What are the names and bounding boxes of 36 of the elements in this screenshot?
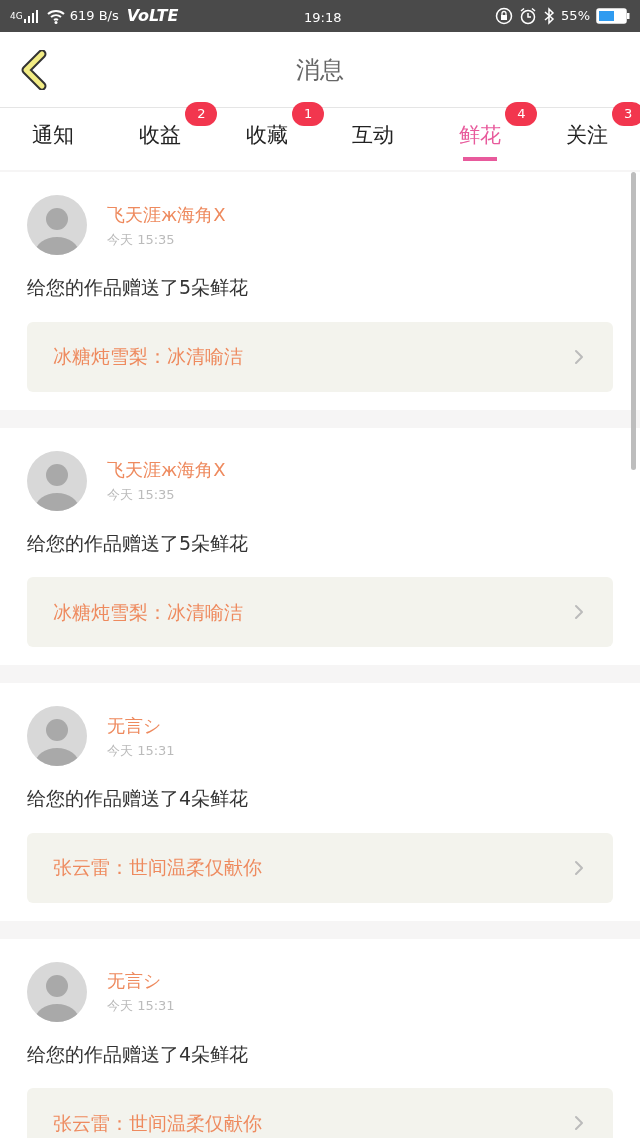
volte-label: VoLTE	[126, 5, 179, 27]
tab[interactable]: 通知	[0, 108, 107, 170]
message-text: 给您的作品赠送了5朵鲜花	[27, 275, 250, 300]
tab-badge: 3	[612, 102, 640, 126]
wifi-icon	[45, 8, 66, 24]
message-text: 给您的作品赠送了4朵鲜花	[27, 786, 250, 811]
avatar	[27, 195, 87, 255]
sender-name[interactable]: 无言シ	[107, 711, 175, 739]
avatar	[27, 706, 87, 766]
message-time: 今天 15:31	[107, 997, 175, 1016]
message-text: 给您的作品赠送了4朵鲜花	[27, 1041, 250, 1067]
battery-percent: 55%	[561, 7, 590, 26]
tab-badge: 2	[185, 102, 218, 126]
work-link[interactable]: 张云雷：世间温柔仅献你	[27, 1088, 613, 1138]
message-time: 今天 15:35	[107, 486, 176, 505]
rotation-lock-icon	[495, 7, 514, 25]
message-time: 今天 15:31	[107, 741, 175, 760]
tab-badge: 1	[292, 102, 324, 126]
message-time: 今天 15:35	[107, 230, 176, 249]
sender-name[interactable]: 飞天涯ж海角X	[107, 200, 226, 228]
selected-tab-indicator	[463, 157, 497, 161]
sender-name[interactable]: 无言シ	[107, 967, 175, 995]
network-type: 4G	[10, 11, 23, 21]
battery-icon	[596, 8, 630, 24]
alarm-icon	[519, 7, 538, 25]
signal-icon	[23, 9, 38, 23]
page-title: 消息	[296, 54, 344, 86]
network-speed: 619 B/s	[69, 7, 119, 26]
bluetooth-icon	[543, 7, 556, 25]
tab-badge: 4	[505, 102, 538, 126]
work-link[interactable]: 冰糖炖雪梨：冰清喻洁	[27, 321, 613, 392]
clock: 19:18	[304, 9, 342, 27]
sender-name[interactable]: 飞天涯ж海角X	[107, 456, 226, 484]
work-link[interactable]: 冰糖炖雪梨：冰清喻洁	[27, 577, 613, 647]
message-text: 给您的作品赠送了5朵鲜花	[27, 530, 250, 556]
work-link[interactable]: 张云雷：世间温柔仅献你	[27, 832, 613, 903]
